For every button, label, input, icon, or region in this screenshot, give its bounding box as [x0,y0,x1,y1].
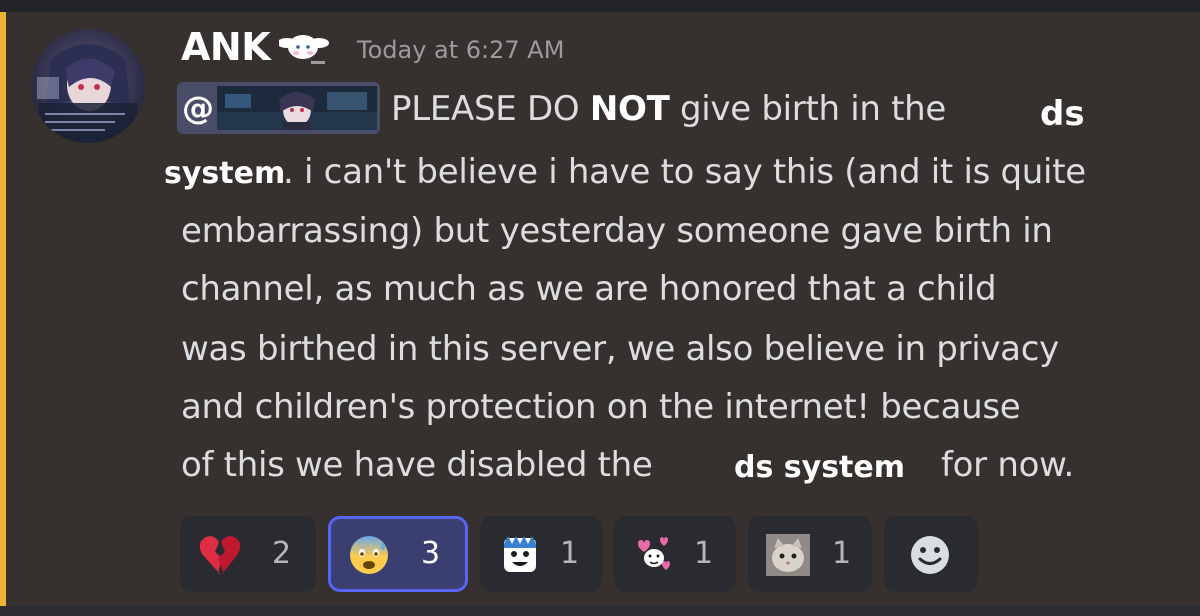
reaction-custom-sticker[interactable]: 1 [614,516,736,592]
cartoon-face-icon [498,534,542,576]
message-line-5: was birthed in this server, we also beli… [181,329,1059,369]
message-line-1: PLEASE DO NOT give birth in the [391,86,946,132]
reaction-anxious-face[interactable]: 3 [328,516,468,592]
username[interactable]: ANK [181,24,271,70]
message-line-7-start: of this we have disabled the [181,445,653,485]
anxious-face-icon [347,534,391,576]
line-1-post: give birth in the [669,89,947,129]
top-bar [0,0,1200,12]
add-reaction-button[interactable] [884,516,978,592]
smiley-add-reaction-icon [908,534,952,576]
mention-at-sign: @ [182,89,214,127]
reaction-count: 1 [694,536,714,571]
avatar[interactable] [31,29,145,143]
reaction-count: 1 [832,536,852,571]
reaction-custom-cartoon[interactable]: 1 [480,516,602,592]
message-line-4: channel, as much as we are honored that … [181,269,997,309]
sticker-hearts-icon [632,534,676,576]
message-line-3: embarrassing) but yesterday someone gave… [181,211,1053,251]
message-frame: ANK Today at 6:27 AM @ PLEASE DO NOT giv… [0,0,1200,616]
reaction-broken-heart[interactable]: 2 [180,516,316,592]
message-line-7-end: for now. [941,445,1075,485]
message-timestamp: Today at 6:27 AM [357,36,565,64]
reaction-custom-cat[interactable]: 1 [748,516,872,592]
broken-heart-icon [198,534,242,576]
message-line-2: . i can't believe i have to say this (an… [283,152,1086,192]
cinnamoroll-badge-icon [277,25,331,69]
ds-label: ds [1028,90,1098,138]
line-1-pre: PLEASE DO [391,89,590,129]
reaction-count: 3 [421,536,441,571]
user-mention[interactable]: @ [177,82,380,134]
highlight-accent-bar [0,12,6,606]
line-1-bold: NOT [589,89,670,129]
reaction-count: 1 [560,536,580,571]
ds-system-label: ds system [718,446,940,490]
cat-photo-icon [766,534,810,576]
reaction-count: 2 [272,536,292,571]
bottom-bar [0,606,1200,616]
mention-profile-banner [217,86,377,130]
message-line-6: and children's protection on the interne… [181,387,1021,427]
system-label: system [158,152,288,196]
